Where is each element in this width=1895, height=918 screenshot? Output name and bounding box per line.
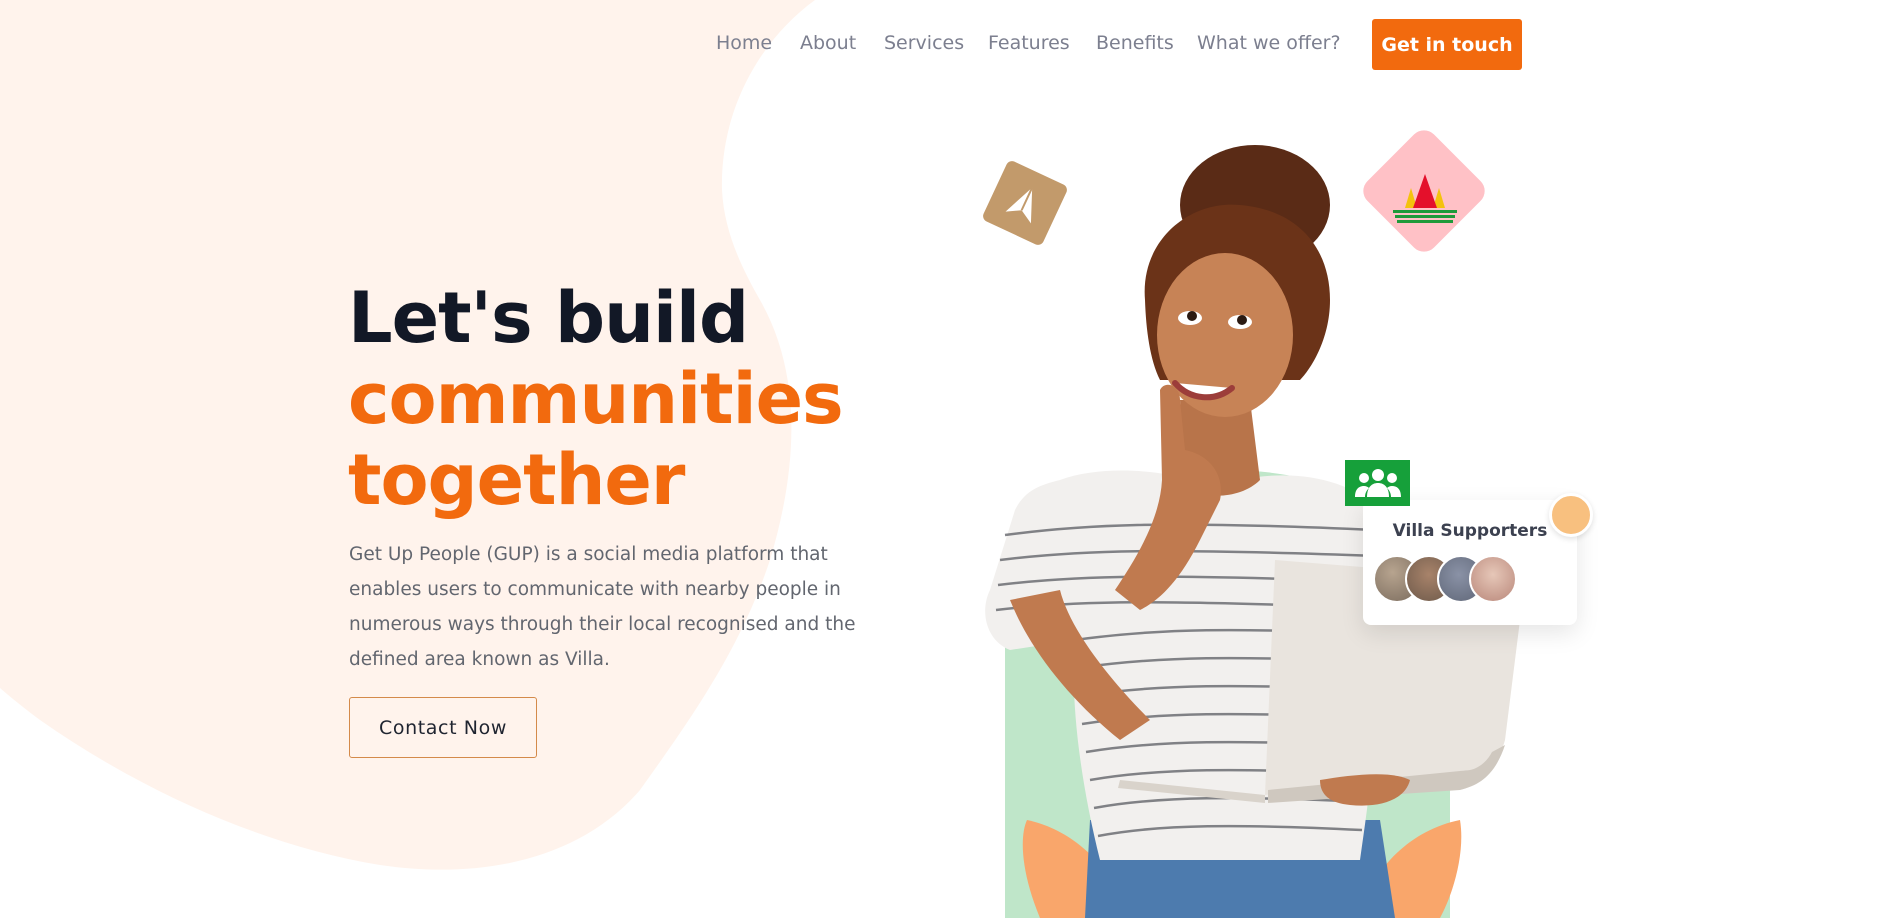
contact-now-button[interactable]: Contact Now xyxy=(349,697,537,758)
nav-features[interactable]: Features xyxy=(988,32,1070,54)
hero-title-line-3: together xyxy=(348,439,685,521)
hero-illustration xyxy=(985,145,1525,918)
avatar xyxy=(1469,555,1517,603)
paper-plane-icon xyxy=(1005,187,1034,224)
hero-description: Get Up People (GUP) is a social media pl… xyxy=(349,544,856,670)
get-in-touch-button[interactable]: Get in touch xyxy=(1372,19,1522,70)
nav-about[interactable]: About xyxy=(800,32,856,54)
status-dot xyxy=(1549,493,1593,537)
hero-title: Let's build communities together xyxy=(348,277,844,521)
hero-title-line-2: communities xyxy=(348,358,844,440)
nav-what-we-offer[interactable]: What we offer? xyxy=(1197,32,1341,54)
nav-home[interactable]: Home xyxy=(716,32,772,54)
top-navigation: Home About Services Features Benefits Wh… xyxy=(0,18,1895,70)
nav-services[interactable]: Services xyxy=(884,32,964,54)
nav-benefits[interactable]: Benefits xyxy=(1096,32,1174,54)
villa-supporters-card[interactable]: Villa Supporters xyxy=(1363,500,1577,625)
group-icon xyxy=(1354,469,1401,497)
villa-supporters-title: Villa Supporters xyxy=(1392,521,1548,541)
supporters-avatars xyxy=(1373,555,1533,605)
mountain-logo-icon xyxy=(1393,174,1457,223)
group-badge xyxy=(1345,460,1410,506)
hero-title-line-1: Let's build xyxy=(348,277,749,359)
